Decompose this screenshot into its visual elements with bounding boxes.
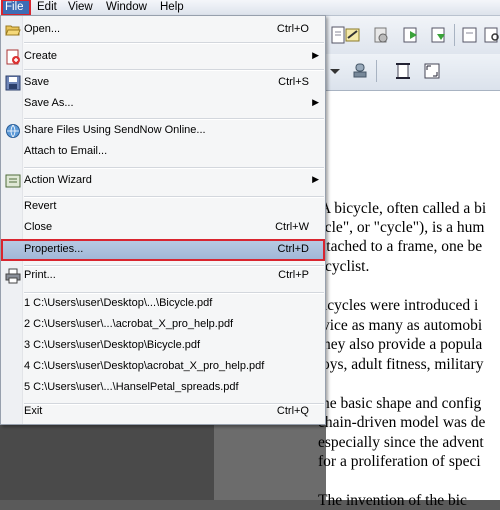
menu-separator — [24, 118, 324, 120]
create-pdf-icon — [6, 49, 20, 65]
menu-item-label: Create — [24, 50, 58, 62]
menu-item-create[interactable]: Create ▶ — [1, 46, 325, 68]
menu-item-label: Open... — [24, 23, 61, 35]
document-line: ttached to a frame, one be — [322, 238, 483, 255]
menu-item-share-files[interactable]: Share Files Using SendNow Online... — [1, 120, 325, 142]
menu-item-label: Revert — [24, 200, 57, 212]
shortcut-label: Ctrl+Q — [276, 405, 309, 417]
menu-item-label: 2 C:\Users\user\...\acrobat_X_pro_help.p… — [24, 318, 234, 330]
shortcut-label: Ctrl+D — [277, 243, 309, 255]
menu-item-save-as[interactable]: Save As... ▶ — [1, 93, 325, 115]
menu-item-action-wizard[interactable]: Action Wizard ▶ — [1, 170, 325, 192]
menu-view[interactable]: View — [68, 0, 93, 15]
export-icon[interactable] — [401, 25, 421, 45]
menu-help[interactable]: Help — [160, 0, 184, 15]
document-line: hey also provide a popula — [323, 336, 483, 353]
dropdown-arrow-icon[interactable] — [328, 61, 342, 81]
menu-item-label: 5 C:\Users\user\...\HanselPetal_spreads.… — [24, 381, 239, 393]
document-line: cyclist. — [325, 258, 370, 275]
menu-item-properties[interactable]: Properties... Ctrl+D — [1, 239, 325, 261]
open-folder-icon — [5, 25, 21, 36]
document-line: he basic shape and config — [322, 395, 482, 412]
security-icon[interactable] — [371, 25, 391, 45]
menu-item-label: Action Wizard — [24, 174, 92, 186]
menu-item-recent-file[interactable]: 4 C:\Users\user\Desktop\acrobat_X_pro_he… — [1, 356, 325, 378]
printer-icon — [5, 268, 21, 284]
menu-item-recent-file[interactable]: 2 C:\Users\user\...\acrobat_X_pro_help.p… — [1, 314, 325, 336]
document-line: icycles were introduced i — [323, 297, 479, 314]
submenu-arrow-icon: ▶ — [312, 97, 319, 107]
menu-item-attach-email[interactable]: Attach to Email... — [1, 141, 325, 163]
menu-item-label: Save As... — [24, 97, 74, 109]
menu-item-label: 3 C:\Users\user\Desktop\Bicycle.pdf — [24, 339, 201, 351]
page-thumbnail-icon[interactable] — [460, 25, 480, 45]
save-icon — [5, 75, 21, 91]
menu-item-close[interactable]: Close Ctrl+W — [1, 217, 325, 239]
shortcut-label: Ctrl+W — [275, 221, 309, 233]
menu-item-revert[interactable]: Revert — [1, 196, 325, 218]
menu-file[interactable]: File — [1, 0, 31, 16]
menu-item-label: Share Files Using SendNow Online... — [24, 124, 206, 136]
action-wizard-icon — [5, 174, 21, 188]
menu-item-label: Print... — [24, 269, 56, 281]
document-line: oys, adult fitness, military — [322, 356, 484, 373]
menu-item-print[interactable]: Print... Ctrl+P — [1, 265, 325, 287]
submenu-arrow-icon: ▶ — [312, 174, 319, 184]
search-icon[interactable] — [482, 25, 500, 45]
menu-item-recent-file[interactable]: 5 C:\Users\user\...\HanselPetal_spreads.… — [1, 377, 325, 399]
stamp-icon[interactable] — [350, 61, 370, 81]
menu-item-label: Properties... — [24, 243, 84, 255]
document-line: The invention of the bic — [318, 492, 467, 509]
menu-item-recent-file[interactable]: 1 C:\Users\user\Desktop\...\Bicycle.pdf — [1, 293, 325, 315]
menu-item-save[interactable]: Save Ctrl+S — [1, 72, 325, 94]
menu-separator — [24, 167, 324, 169]
secondary-toolbar — [326, 54, 500, 91]
menu-window[interactable]: Window — [106, 0, 147, 15]
document-line: A bicycle, often called a bi — [320, 200, 487, 217]
submenu-arrow-icon: ▶ — [312, 50, 319, 60]
document-page: A bicycle, often called a bi ycle", or "… — [317, 91, 500, 509]
share-globe-icon — [6, 124, 20, 138]
document-line: chain-driven model was de — [318, 414, 486, 431]
menu-item-label: 1 C:\Users\user\Desktop\...\Bicycle.pdf — [24, 297, 213, 309]
menu-edit[interactable]: Edit — [37, 0, 57, 15]
shortcut-label: Ctrl+S — [278, 76, 309, 88]
menu-item-recent-file[interactable]: 3 C:\Users\user\Desktop\Bicycle.pdf — [1, 335, 325, 357]
shortcut-label: Ctrl+O — [276, 23, 309, 35]
document-line: for a proliferation of speci — [318, 453, 481, 470]
full-screen-icon[interactable] — [422, 61, 442, 81]
menu-item-label: Attach to Email... — [24, 145, 108, 157]
document-line: especially since the advent — [318, 434, 484, 451]
menu-item-label: Save — [24, 76, 50, 88]
document-line: ycle", or "cycle"), is a hum — [317, 219, 485, 236]
menu-item-open[interactable]: Open... Ctrl+O — [1, 19, 325, 41]
toolbar-separator — [454, 24, 455, 46]
shortcut-label: Ctrl+P — [278, 269, 309, 281]
menu-separator — [24, 69, 324, 71]
combine-icon[interactable] — [429, 25, 449, 45]
sign-icon[interactable] — [343, 25, 363, 45]
main-toolbar — [326, 16, 500, 54]
menu-item-label: 4 C:\Users\user\Desktop\acrobat_X_pro_he… — [24, 360, 265, 372]
document-line: vice as many as automobi — [322, 317, 483, 334]
menu-item-exit[interactable]: Exit Ctrl+Q — [1, 401, 325, 423]
menu-bar: File Edit View Window Help — [0, 0, 500, 16]
menu-item-label: Close — [24, 221, 53, 233]
fit-page-icon[interactable] — [393, 61, 413, 81]
file-menu: Open... Ctrl+O Create ▶ Save Ctrl+S Save… — [0, 15, 326, 425]
menu-item-label: Exit — [24, 405, 43, 417]
toolbar-separator — [376, 60, 377, 82]
menu-separator — [24, 42, 324, 44]
